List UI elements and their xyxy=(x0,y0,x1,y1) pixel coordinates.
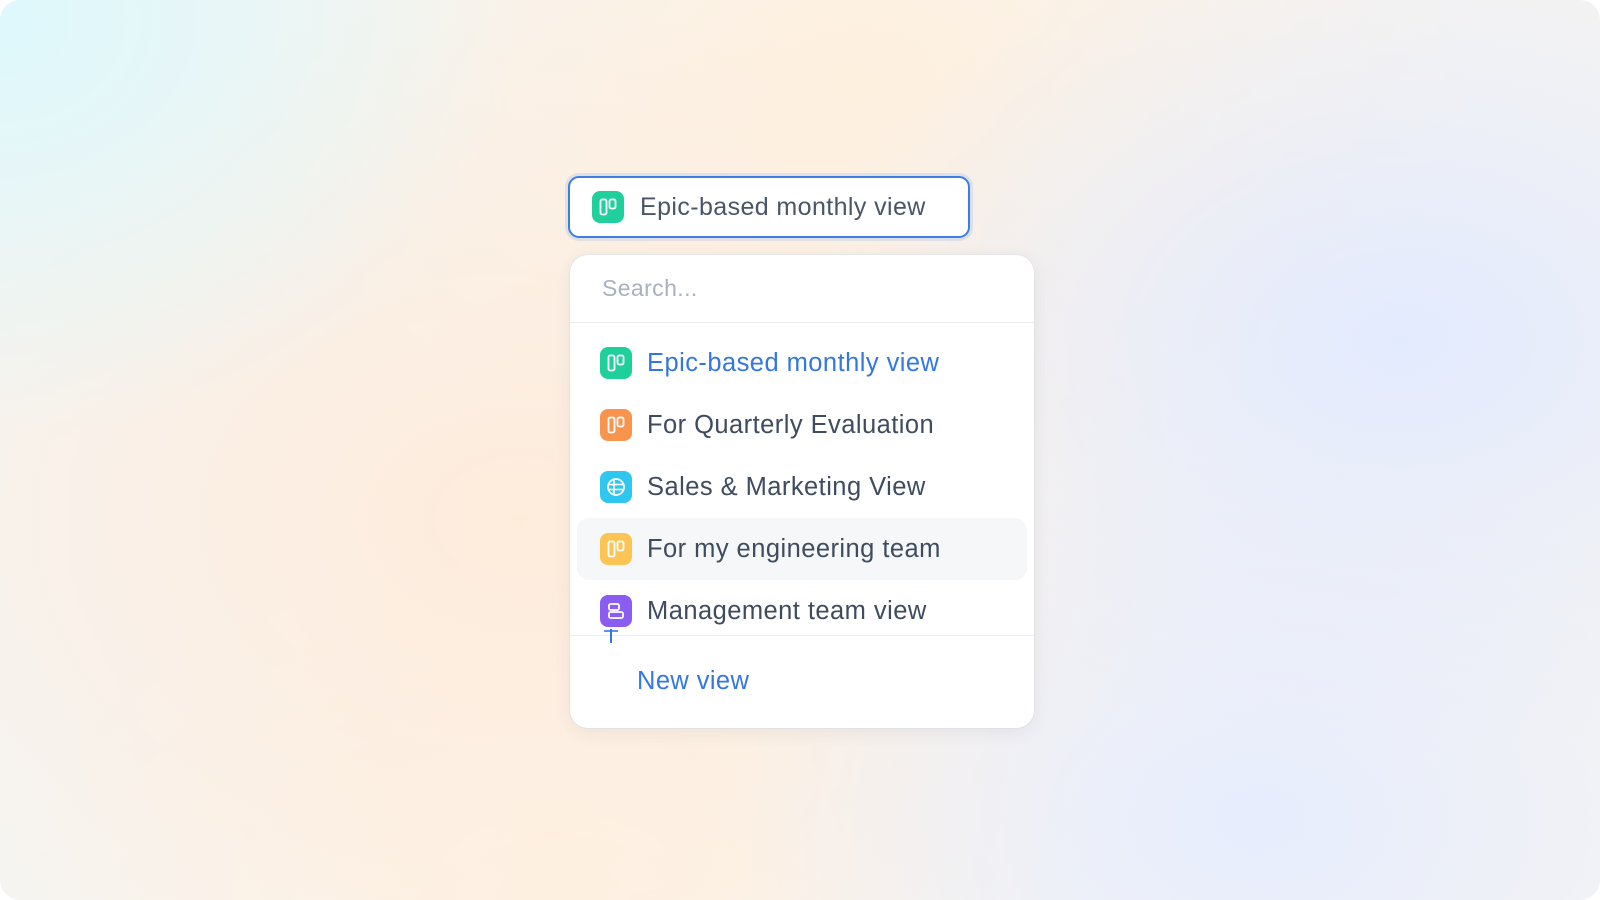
board-icon xyxy=(600,409,632,441)
dropdown-footer: New view xyxy=(570,636,1034,726)
view-item-label: Management team view xyxy=(647,596,927,625)
text-cursor-icon xyxy=(604,629,618,643)
view-item-management-team[interactable]: Management team view xyxy=(577,580,1027,643)
view-item-sales-marketing[interactable]: Sales & Marketing View xyxy=(577,456,1027,518)
search-input[interactable] xyxy=(600,274,984,303)
view-list: Epic-based monthly view For Quarterly Ev… xyxy=(570,323,1034,643)
view-dropdown: Epic-based monthly view For Quarterly Ev… xyxy=(570,255,1034,728)
view-item-label: For my engineering team xyxy=(647,534,941,563)
current-view-label: Epic-based monthly view xyxy=(640,192,926,221)
view-selector-button[interactable]: Epic-based monthly view xyxy=(568,176,970,238)
search-bar xyxy=(570,255,1034,323)
view-item-engineering-team[interactable]: For my engineering team xyxy=(577,518,1027,580)
board-icon xyxy=(592,191,624,223)
view-item-label: Sales & Marketing View xyxy=(647,472,926,501)
board-icon xyxy=(600,347,632,379)
view-item-quarterly-evaluation[interactable]: For Quarterly Evaluation xyxy=(577,394,1027,456)
board-icon xyxy=(600,533,632,565)
view-item-label: Epic-based monthly view xyxy=(647,348,940,377)
timeline-icon xyxy=(600,595,632,627)
background-canvas: Epic-based monthly view Epic-based month… xyxy=(0,0,1600,900)
table-grid-icon xyxy=(600,471,632,503)
new-view-button[interactable]: New view xyxy=(637,667,749,696)
view-item-epic-based-monthly[interactable]: Epic-based monthly view xyxy=(577,332,1027,394)
view-item-label: For Quarterly Evaluation xyxy=(647,410,935,439)
